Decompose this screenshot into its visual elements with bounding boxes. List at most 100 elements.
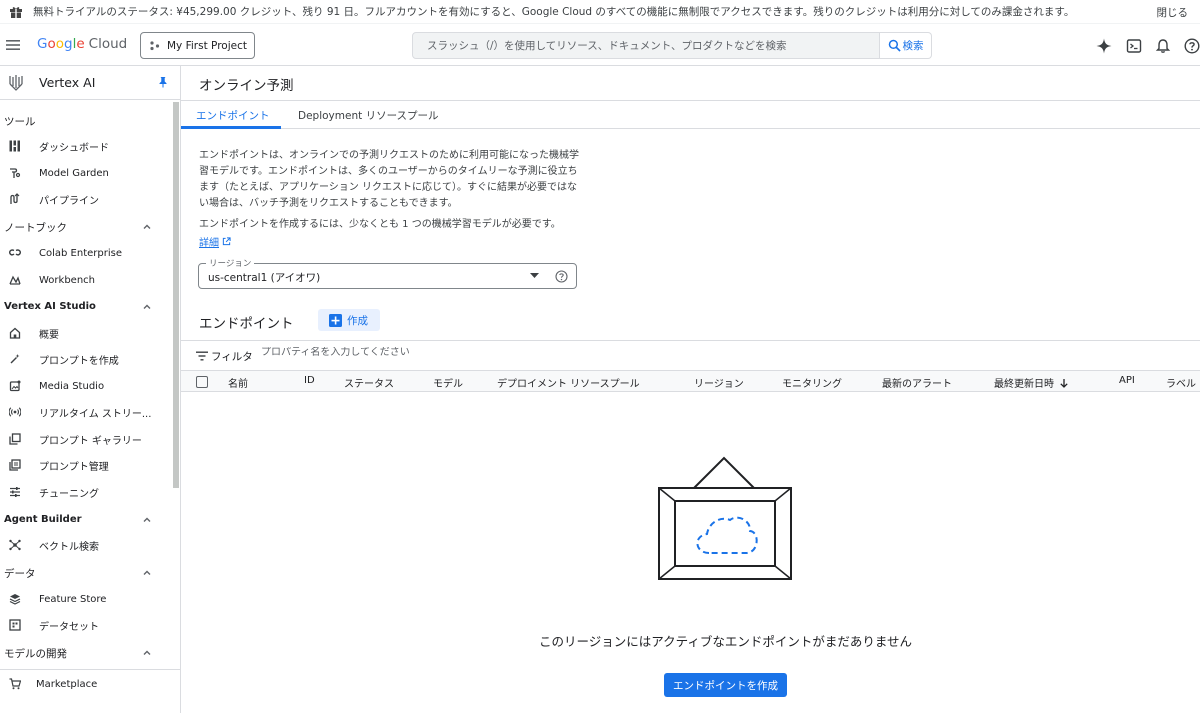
table-header: 名前 ID ステータス モデル デプロイメント リソースプール リージョン モニ… — [181, 370, 1200, 392]
sidebar-item-prompt-management[interactable]: プロンプト管理 — [0, 453, 172, 477]
empty-state-message: このリージョンにはアクティブなエンドポイントがまだありません — [538, 634, 912, 649]
column-header-model[interactable]: モデル — [433, 375, 463, 390]
section-data: データ — [4, 568, 36, 580]
column-header-last-updated[interactable]: 最終更新日時 — [994, 375, 1069, 390]
sidebar-item-media-studio[interactable]: Media Studio — [0, 374, 172, 398]
help-icon[interactable] — [1184, 38, 1200, 54]
cloud-shell-icon[interactable] — [1126, 38, 1142, 54]
dismiss-banner-button[interactable]: 閉じる — [1157, 5, 1189, 20]
section-vertex-ai-studio: Vertex AI Studio — [4, 301, 96, 312]
create-button-label: 作成 — [347, 314, 368, 327]
page-title: オンライン予測 — [199, 78, 294, 94]
project-icon — [149, 40, 161, 52]
tune-icon — [9, 486, 21, 498]
sidebar-item-label: ベクトル検索 — [39, 541, 99, 553]
endpoints-section-title: エンドポイント — [199, 316, 294, 332]
broadcast-icon — [9, 406, 21, 418]
filter-input[interactable] — [261, 347, 661, 358]
project-picker-button[interactable]: My First Project — [140, 32, 255, 59]
details-link[interactable]: 詳細 — [199, 234, 231, 249]
vertex-ai-icon — [8, 74, 24, 92]
prompt-gallery-icon — [9, 433, 21, 445]
column-header-name[interactable]: 名前 — [228, 375, 248, 390]
sidebar-item-label: Marketplace — [36, 678, 98, 690]
column-header-monitoring[interactable]: モニタリング — [782, 375, 842, 390]
sidebar-item-label: Feature Store — [39, 593, 107, 605]
empty-state-illustration — [657, 456, 793, 582]
column-header-status[interactable]: ステータス — [344, 375, 394, 390]
sidebar-item-workbench[interactable]: Workbench — [0, 268, 172, 292]
sidebar-item-dashboard[interactable]: ダッシュボード — [0, 134, 172, 158]
gemini-icon[interactable] — [1096, 38, 1112, 54]
active-tab-indicator — [181, 126, 281, 129]
sidebar-item-realtime-streaming[interactable]: リアルタイム ストリー... — [0, 400, 172, 424]
sidebar-item-label: チューニング — [39, 488, 99, 500]
create-endpoint-button[interactable]: 作成 — [318, 309, 380, 331]
google-cloud-logo[interactable]: Google Cloud — [37, 36, 127, 52]
sidebar-item-pipeline[interactable]: パイプライン — [0, 187, 172, 211]
sidebar-item-label: Colab Enterprise — [39, 247, 122, 259]
search-box[interactable] — [412, 32, 880, 59]
create-endpoint-primary-button[interactable]: エンドポイントを作成 — [664, 673, 787, 697]
sidebar-scrollbar[interactable] — [173, 102, 179, 488]
sidebar-item-label: データセット — [39, 621, 99, 633]
search-icon — [888, 39, 901, 52]
details-link-label: 詳細 — [199, 238, 219, 249]
chevron-up-icon[interactable] — [142, 568, 152, 578]
column-header-latest-alert[interactable]: 最新のアラート — [882, 375, 952, 390]
tab-endpoints[interactable]: エンドポイント — [196, 108, 270, 123]
help-icon[interactable] — [555, 270, 568, 283]
column-header-region[interactable]: リージョン — [694, 375, 744, 390]
left-sidebar: Vertex AI ツール ダッシュボード Model Garden パイプライ… — [0, 66, 181, 713]
sidebar-item-label: Media Studio — [39, 380, 105, 392]
tab-deployment-resource-pool[interactable]: Deployment リソースプール — [298, 108, 439, 123]
add-box-icon — [329, 313, 342, 327]
sidebar-divider — [0, 669, 180, 670]
sidebar-item-model-garden[interactable]: Model Garden — [0, 161, 172, 185]
chevron-up-icon[interactable] — [142, 515, 152, 525]
search-input[interactable] — [427, 39, 879, 52]
external-link-icon — [222, 237, 231, 246]
chevron-up-icon[interactable] — [142, 302, 152, 312]
region-label: リージョン — [206, 257, 255, 269]
workbench-icon — [9, 274, 21, 286]
cart-icon — [9, 678, 21, 690]
sidebar-item-label: プロンプトを作成 — [39, 355, 119, 367]
pin-icon[interactable] — [157, 76, 169, 88]
filter-bar: フィルタ — [181, 340, 1200, 370]
column-header-labels[interactable]: ラベル — [1166, 375, 1196, 390]
sidebar-item-dataset[interactable]: データセット — [0, 613, 172, 637]
search-button-label: 検索 — [902, 40, 924, 52]
product-title: Vertex AI — [39, 75, 96, 90]
chevron-up-icon[interactable] — [142, 222, 152, 232]
sidebar-item-label: ダッシュボード — [39, 142, 109, 154]
model-garden-icon — [9, 167, 21, 179]
filter-icon — [196, 351, 208, 361]
media-studio-icon — [9, 380, 21, 392]
search-button[interactable]: 検索 — [880, 32, 932, 59]
sidebar-item-colab-enterprise[interactable]: Colab Enterprise — [0, 241, 172, 265]
project-name: My First Project — [167, 39, 247, 52]
notifications-icon[interactable] — [1155, 38, 1171, 54]
dropdown-arrow-icon — [530, 273, 539, 279]
vector-search-icon — [9, 539, 21, 551]
sidebar-item-tuning[interactable]: チューニング — [0, 480, 172, 504]
sidebar-item-vector-search[interactable]: ベクトル検索 — [0, 533, 172, 557]
arrow-down-icon — [1059, 378, 1069, 388]
sidebar-item-label: 概要 — [39, 329, 59, 341]
sidebar-item-overview[interactable]: 概要 — [0, 321, 172, 345]
column-header-id[interactable]: ID — [304, 375, 315, 386]
sidebar-item-marketplace[interactable]: Marketplace — [0, 672, 172, 696]
section-model-development: モデルの開発 — [4, 648, 67, 660]
region-select[interactable]: リージョン us-central1 (アイオワ) — [198, 257, 577, 289]
home-icon — [9, 327, 21, 339]
sidebar-item-create-prompt[interactable]: プロンプトを作成 — [0, 347, 172, 371]
select-all-checkbox[interactable] — [196, 376, 208, 388]
endpoint-description: エンドポイントは、オンラインでの予測リクエストのために利用可能になった機械学習モ… — [199, 150, 579, 209]
column-header-api[interactable]: API — [1119, 375, 1135, 386]
sidebar-item-feature-store[interactable]: Feature Store — [0, 587, 172, 611]
sidebar-item-prompt-gallery[interactable]: プロンプト ギャラリー — [0, 427, 172, 451]
column-header-deployment-pool[interactable]: デプロイメント リソースプール — [497, 375, 640, 390]
menu-icon[interactable] — [4, 36, 22, 54]
chevron-up-icon[interactable] — [142, 648, 152, 658]
